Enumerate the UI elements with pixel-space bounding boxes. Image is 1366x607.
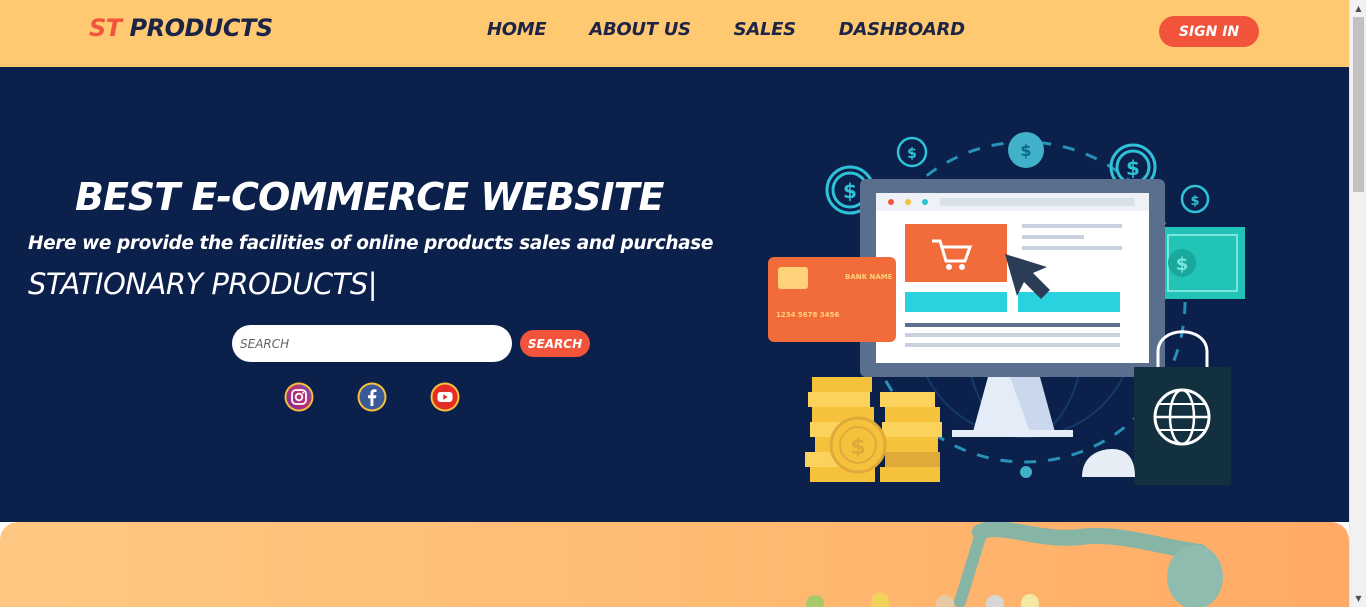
hero-section: BEST E-COMMERCE WEBSITE Here we provide … bbox=[0, 67, 1349, 522]
dollar-coin-icon: $ bbox=[1180, 184, 1210, 214]
svg-text:$: $ bbox=[1190, 194, 1199, 209]
vertical-scrollbar[interactable]: ▲ ▼ bbox=[1349, 0, 1366, 607]
credit-card-icon: BANK NAME 1234 5678 3456 bbox=[768, 257, 896, 342]
nav-dashboard[interactable]: DASHBOARD bbox=[839, 19, 965, 40]
scroll-up-arrow-icon[interactable]: ▲ bbox=[1350, 0, 1366, 17]
svg-text:$: $ bbox=[1126, 156, 1140, 180]
search-input[interactable] bbox=[232, 325, 512, 362]
nav-home[interactable]: HOME bbox=[487, 19, 547, 40]
svg-text:$: $ bbox=[1020, 141, 1031, 160]
top-navbar: ST PRODUCTS HOME ABOUT US SALES DASHBOAR… bbox=[0, 0, 1349, 67]
main-nav: HOME ABOUT US SALES DASHBOARD bbox=[487, 19, 1008, 40]
banner-image bbox=[806, 522, 1223, 607]
svg-text:$: $ bbox=[907, 146, 917, 162]
ecommerce-illustration: $ $ $ $ $ $ BANK NAME 1234 5678 3456 $ bbox=[768, 132, 1245, 485]
search-button[interactable]: SEARCH bbox=[520, 330, 590, 357]
svg-text:$: $ bbox=[1176, 254, 1189, 275]
brand-logo[interactable]: ST PRODUCTS bbox=[89, 14, 273, 42]
dollar-coin-icon: $ bbox=[896, 136, 928, 168]
brand-name: PRODUCTS bbox=[129, 14, 274, 42]
scroll-thumb[interactable] bbox=[1353, 17, 1364, 192]
instagram-icon[interactable] bbox=[284, 382, 314, 412]
mouse-icon bbox=[1082, 449, 1135, 477]
facebook-icon[interactable] bbox=[357, 382, 387, 412]
card-bank-label: BANK NAME bbox=[845, 273, 893, 281]
card-number-label: 1234 5678 3456 bbox=[776, 311, 839, 319]
banknote-icon: $ bbox=[1160, 227, 1245, 299]
brand-accent: ST bbox=[89, 14, 122, 42]
promo-banner bbox=[0, 522, 1349, 607]
youtube-icon[interactable] bbox=[430, 382, 460, 412]
nav-sales[interactable]: SALES bbox=[734, 19, 796, 40]
coin-stack-icon: $ bbox=[805, 377, 942, 482]
scroll-down-arrow-icon[interactable]: ▼ bbox=[1350, 590, 1366, 607]
nav-about-us[interactable]: ABOUT US bbox=[589, 19, 691, 40]
sign-in-button[interactable]: SIGN IN bbox=[1159, 16, 1259, 47]
hero-typed-text: STATIONARY PRODUCTS| bbox=[28, 267, 378, 301]
svg-text:$: $ bbox=[843, 179, 857, 203]
svg-text:$: $ bbox=[850, 435, 865, 460]
hero-subtitle: Here we provide the facilities of online… bbox=[28, 233, 713, 254]
hero-title: BEST E-COMMERCE WEBSITE bbox=[75, 175, 665, 219]
page: ST PRODUCTS HOME ABOUT US SALES DASHBOAR… bbox=[0, 0, 1349, 607]
